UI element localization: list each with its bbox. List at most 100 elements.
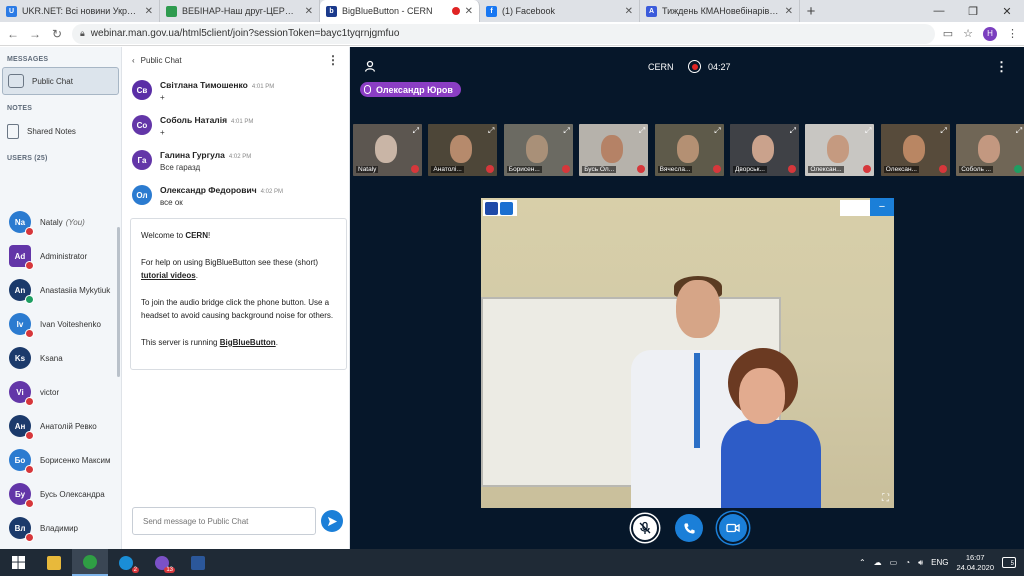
webcam-thumbnail[interactable]: ⤢ Вячесла... xyxy=(654,124,724,176)
chevron-up-icon[interactable]: ⌃ xyxy=(859,558,866,567)
chat-options-icon[interactable]: ⋮ xyxy=(327,53,339,67)
options-menu-icon[interactable]: ⋮ xyxy=(995,59,1008,75)
chevron-left-icon[interactable]: ‹ xyxy=(132,56,135,65)
battery-icon[interactable]: ▭ xyxy=(890,558,898,567)
thumbnail-name: Соболь ... xyxy=(959,166,994,173)
clock[interactable]: 16:07 24.04.2020 xyxy=(956,553,994,573)
close-tab-icon[interactable]: ✕ xyxy=(305,6,313,17)
webcam-thumbnail[interactable]: ⤢ Бусь Ол... xyxy=(579,124,649,176)
webcam-thumbnail[interactable]: ⤢ Борисен... xyxy=(503,124,573,176)
close-tab-icon[interactable]: ✕ xyxy=(785,6,793,17)
webcam-thumbnail[interactable]: ⤢ Соболь ... xyxy=(956,124,1024,176)
user-list-item[interactable]: Ks Ksana xyxy=(0,341,118,375)
webcam-thumbnail[interactable]: ⤢ Олексан... xyxy=(805,124,875,176)
clock-date: 24.04.2020 xyxy=(956,562,994,572)
expand-icon[interactable]: ⤢ xyxy=(563,126,569,136)
close-window-button[interactable]: ✕ xyxy=(990,0,1024,22)
browser-tab[interactable]: f (1) Facebook ✕ xyxy=(480,0,640,22)
message-text: все ок xyxy=(160,198,183,207)
message-avatar: Га xyxy=(132,150,152,170)
muted-mic-icon xyxy=(25,227,34,236)
expand-icon[interactable]: ⤢ xyxy=(488,126,494,136)
help-text: For help on using BigBlueButton see thes… xyxy=(141,257,318,267)
user-list-item[interactable]: Бу Бусь Олександра xyxy=(0,477,118,511)
user-list-item[interactable]: Бо Борисенко Максим xyxy=(0,443,118,477)
fullscreen-icon[interactable]: ⛶ xyxy=(882,493,889,504)
user-list-item[interactable]: Ad Administrator xyxy=(0,239,118,273)
browser-tab[interactable]: A Тиждень КМАНовебінарів для ✕ xyxy=(640,0,800,22)
taskbar-app-button[interactable]: 2 xyxy=(108,549,144,576)
shared-notes-item[interactable]: Shared Notes xyxy=(2,117,119,145)
bigbluebutton-link[interactable]: BigBlueButton xyxy=(220,338,276,347)
minimize-button[interactable]: — xyxy=(922,0,956,22)
language-indicator[interactable]: ENG xyxy=(931,558,948,567)
cast-icon[interactable]: ▭ xyxy=(943,27,953,40)
unmute-button[interactable] xyxy=(631,514,659,542)
browser-tab[interactable]: ВЕБІНАР-Наш друг-ЦЕРН-2020- ✕ xyxy=(160,0,320,22)
user-list-item[interactable]: Na Nataly (You) xyxy=(0,205,118,239)
taskbar-app-button[interactable]: 13 xyxy=(144,549,180,576)
browser-tab[interactable]: U UKR.NET: Всі новини України, ос ✕ xyxy=(0,0,160,22)
close-tab-icon[interactable]: ✕ xyxy=(145,6,153,17)
expand-icon[interactable]: ⤢ xyxy=(639,126,645,136)
expand-icon[interactable]: ⤢ xyxy=(865,126,871,136)
browser-tab[interactable]: b BigBlueButton - CERN ✕ xyxy=(320,0,480,22)
taskbar-app-button[interactable] xyxy=(72,549,108,576)
sidebar-scrollbar[interactable] xyxy=(117,227,120,377)
windows-start-button[interactable] xyxy=(0,549,36,576)
thumbnail-name: Олексан... xyxy=(883,166,919,173)
url-field[interactable]: 🔒︎ webinar.man.gov.ua/html5client/join?s… xyxy=(72,23,935,44)
help-text: . xyxy=(195,271,198,280)
message-sender: Олександр Федорович 4:02 PM xyxy=(160,185,283,195)
user-list-item[interactable]: Vi victor xyxy=(0,375,118,409)
profile-avatar[interactable]: H xyxy=(983,26,997,41)
close-tab-icon[interactable]: ✕ xyxy=(465,6,473,17)
webcam-thumbnail[interactable]: ⤢ Nataly xyxy=(353,124,422,176)
volume-icon[interactable]: 🔊︎ xyxy=(918,558,923,568)
forward-arrow-icon[interactable]: → xyxy=(28,27,42,41)
user-avatar: Vi xyxy=(9,381,34,406)
webcam-thumbnail[interactable]: ⤢ Дворськ... xyxy=(730,124,799,176)
send-message-button[interactable] xyxy=(321,510,343,532)
browser-menu-icon[interactable]: ⋮ xyxy=(1007,27,1018,40)
expand-icon[interactable]: ⤢ xyxy=(413,126,419,136)
muted-mic-icon xyxy=(25,431,34,440)
system-tray: ⌃ ☁ ▭ ◔ 🔊︎ ENG 16:07 24.04.2020 5 xyxy=(859,549,1024,576)
audio-bridge-text: To join the audio bridge click the phone… xyxy=(141,297,334,321)
expand-icon[interactable]: ⤢ xyxy=(790,126,796,136)
network-icon[interactable]: ◔ xyxy=(905,558,910,567)
recording-indicator-icon[interactable] xyxy=(688,60,701,73)
public-chat-item[interactable]: Public Chat xyxy=(2,67,119,95)
user-list-sidebar: MESSAGES Public Chat NOTES Shared Notes … xyxy=(0,47,122,549)
webcam-thumbnail[interactable]: ⤢ Анатолі... xyxy=(428,124,498,176)
expand-icon[interactable]: ⤢ xyxy=(1016,126,1022,136)
user-list-item[interactable]: An Anastasiia Mykytiuk xyxy=(0,273,118,307)
user-name: Анатолій Ревко xyxy=(40,421,97,431)
taskbar-app-button[interactable] xyxy=(36,549,72,576)
user-list-item[interactable]: Вл Владимир xyxy=(0,511,118,545)
back-arrow-icon[interactable]: ← xyxy=(6,27,20,41)
leave-audio-button[interactable] xyxy=(675,514,703,542)
reload-icon[interactable]: ↻ xyxy=(50,27,64,41)
share-webcam-button[interactable] xyxy=(719,514,747,542)
close-tab-icon[interactable]: ✕ xyxy=(625,6,633,17)
bookmark-star-icon[interactable]: ☆ xyxy=(963,27,973,40)
user-avatar: Бу xyxy=(9,483,34,508)
unread-count-badge: 13 xyxy=(164,567,175,573)
server-text: This server is running xyxy=(141,337,220,347)
chat-message-input[interactable] xyxy=(132,507,316,535)
new-tab-button[interactable]: + xyxy=(800,0,822,22)
webcam-thumbnail[interactable]: ⤢ Олексан... xyxy=(880,124,950,176)
chat-title[interactable]: Public Chat xyxy=(141,56,182,65)
maximize-button[interactable]: ❐ xyxy=(956,0,990,22)
expand-icon[interactable]: ⤢ xyxy=(714,126,720,136)
tutorial-videos-link[interactable]: tutorial videos xyxy=(141,271,196,280)
user-icon[interactable] xyxy=(364,60,376,72)
notification-center-icon[interactable]: 5 xyxy=(1002,557,1016,568)
user-list-item[interactable]: Iv Ivan Voiteshenko xyxy=(0,307,118,341)
minimize-video-button[interactable]: − xyxy=(870,198,894,216)
taskbar-app-button[interactable] xyxy=(180,549,216,576)
user-list-item[interactable]: Ан Анатолій Ревко xyxy=(0,409,118,443)
onedrive-icon[interactable]: ☁ xyxy=(874,558,882,567)
expand-icon[interactable]: ⤢ xyxy=(940,126,946,136)
